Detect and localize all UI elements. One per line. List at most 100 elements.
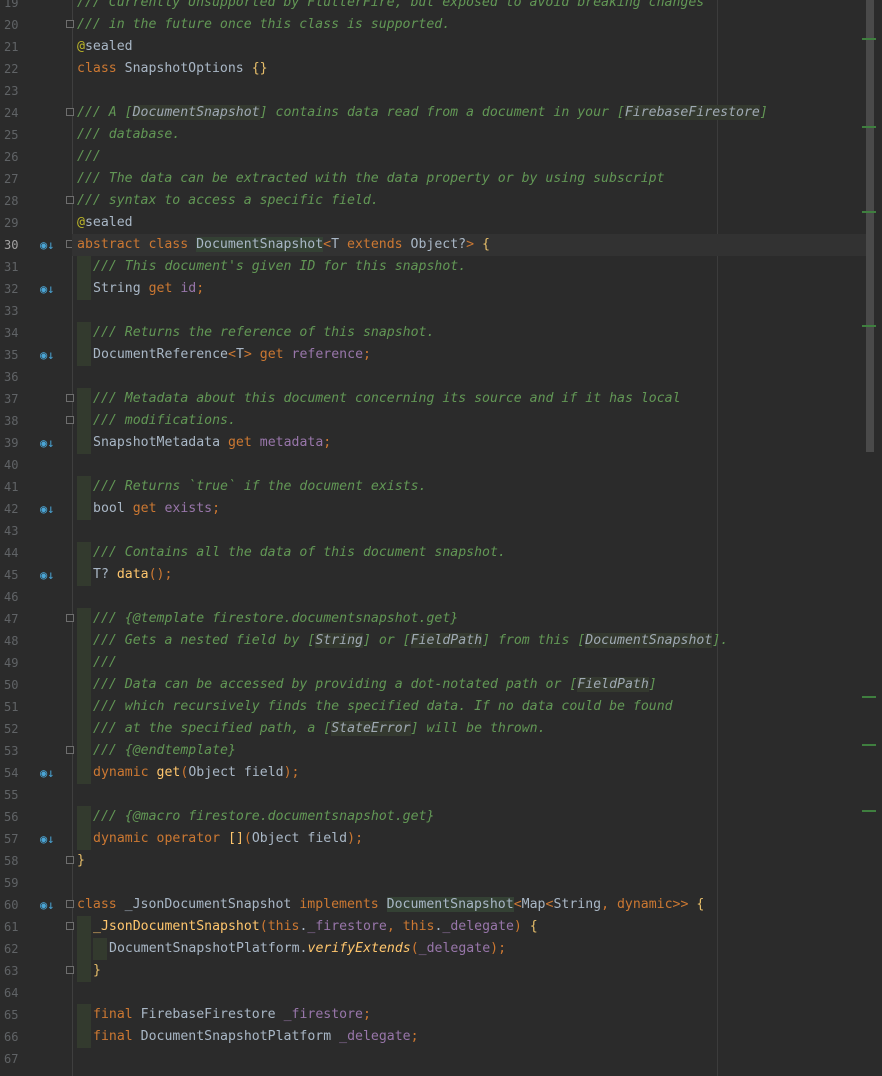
code-line[interactable]: /// Gets a nested field by [String] or [… [72, 630, 866, 652]
token: ); [347, 831, 364, 846]
code-line[interactable]: /// in the future once this class is sup… [72, 14, 866, 36]
code-line[interactable]: /// {@endtemplate} [72, 740, 866, 762]
code-text: /// {@template firestore.documentsnapsho… [93, 608, 458, 630]
code-line[interactable]: SnapshotMetadata get metadata; [72, 432, 866, 454]
code-line[interactable]: } [72, 850, 866, 872]
code-line[interactable] [72, 454, 866, 476]
code-line[interactable]: DocumentReference<T> get reference; [72, 344, 866, 366]
implemented-by-icon[interactable]: ◉↓ [40, 281, 56, 297]
scrollbar-thumb[interactable] [866, 0, 874, 452]
code-line[interactable]: abstract class DocumentSnapshot<T extend… [72, 234, 866, 256]
implemented-by-icon[interactable]: ◉↓ [40, 567, 56, 583]
code-line[interactable]: /// A [DocumentSnapshot] contains data r… [72, 102, 866, 124]
code-line[interactable]: dynamic operator [](Object field); [72, 828, 866, 850]
code-line[interactable]: /// Contains all the data of this docume… [72, 542, 866, 564]
code-line[interactable]: @sealed [72, 212, 866, 234]
code-line[interactable]: _JsonDocumentSnapshot(this._firestore, t… [72, 916, 866, 938]
code-line[interactable] [72, 1048, 866, 1070]
token: _firestore [283, 1007, 363, 1022]
code-text: bool get exists; [93, 498, 220, 520]
token: /// Data can be accessed by providing a … [93, 677, 578, 692]
code-line[interactable]: /// at the specified path, a [StateError… [72, 718, 866, 740]
token: /// Contains all the data of this docume… [93, 545, 506, 560]
code-line[interactable]: String get id; [72, 278, 866, 300]
code-line[interactable]: /// This document's given ID for this sn… [72, 256, 866, 278]
indent-guide [77, 718, 91, 740]
code-line[interactable]: DocumentSnapshotPlatform.verifyExtends(_… [72, 938, 866, 960]
code-line[interactable] [72, 872, 866, 894]
line-number: 30 [4, 238, 19, 252]
code-line[interactable]: /// [72, 652, 866, 674]
token: , [601, 897, 617, 912]
code-line[interactable]: /// The data can be extracted with the d… [72, 168, 866, 190]
token: _firestore [307, 919, 387, 934]
token: [] [228, 831, 244, 846]
token: reference [291, 347, 364, 362]
code-editor[interactable]: 19 20 21 22 23 24 25 26 27 28 29 30 ◉↓ 31 32 ◉↓ 33 34 35 ◉↓… [0, 0, 882, 1076]
code-line[interactable]: bool get exists; [72, 498, 866, 520]
token: /// The data can be extracted with the d… [77, 171, 665, 186]
implemented-by-icon[interactable]: ◉↓ [40, 237, 56, 253]
token: dynamic [616, 897, 673, 912]
implemented-by-icon[interactable]: ◉↓ [40, 347, 56, 363]
code-line[interactable] [72, 80, 866, 102]
token: Object field [251, 831, 348, 846]
code-line[interactable]: dynamic get(Object field); [72, 762, 866, 784]
code-line[interactable] [72, 982, 866, 1004]
code-line[interactable]: } [72, 960, 866, 982]
line-number: 43 [4, 524, 19, 538]
gutter-row: 65 [0, 1004, 72, 1026]
code-area[interactable]: /// Currently Unsupported by FlutterFire… [72, 0, 866, 1076]
token: T [235, 347, 244, 362]
code-line[interactable]: /// Returns the reference of this snapsh… [72, 322, 866, 344]
implemented-by-icon[interactable]: ◉↓ [40, 831, 56, 847]
code-line[interactable]: /// modifications. [72, 410, 866, 432]
code-line[interactable]: /// Metadata about this document concern… [72, 388, 866, 410]
token: } [77, 853, 85, 868]
gutter-row: 37 [0, 388, 74, 410]
code-line[interactable]: class _JsonDocumentSnapshot implements D… [72, 894, 866, 916]
code-line[interactable] [72, 520, 866, 542]
vertical-scrollbar[interactable] [862, 0, 882, 1076]
gutter-row: 23 [0, 80, 72, 102]
token: /// This document's given ID for this sn… [93, 259, 467, 274]
code-line[interactable]: /// Returns `true` if the document exist… [72, 476, 866, 498]
implemented-by-icon[interactable]: ◉↓ [40, 897, 56, 913]
token: < [323, 237, 332, 252]
code-line[interactable]: final DocumentSnapshotPlatform _delegate… [72, 1026, 866, 1048]
implemented-by-icon[interactable]: ◉↓ [40, 765, 56, 781]
token: DocumentSnapshot [196, 237, 324, 252]
gutter-row: 45 ◉↓ [0, 564, 72, 586]
code-line[interactable]: final FirebaseFirestore _firestore; [72, 1004, 866, 1026]
gutter-row: 19 [0, 0, 72, 14]
code-line[interactable] [72, 586, 866, 608]
code-line[interactable]: /// Data can be accessed by providing a … [72, 674, 866, 696]
token: { [696, 897, 705, 912]
indent-guide [77, 608, 91, 630]
indent-guide [77, 256, 91, 278]
code-line[interactable]: /// {@template firestore.documentsnapsho… [72, 608, 866, 630]
code-line[interactable]: T? data(); [72, 564, 866, 586]
code-line[interactable]: /// database. [72, 124, 866, 146]
implemented-by-icon[interactable]: ◉↓ [40, 501, 56, 517]
code-line[interactable] [72, 784, 866, 806]
code-line[interactable]: /// syntax to access a specific field. [72, 190, 866, 212]
line-number: 50 [4, 678, 19, 692]
code-line[interactable] [72, 366, 866, 388]
token: metadata [259, 435, 324, 450]
code-line[interactable] [72, 300, 866, 322]
token: /// at the specified path, a [ [93, 721, 332, 736]
token: implements [299, 897, 387, 912]
token: class [148, 237, 197, 252]
indent-guide [77, 696, 91, 718]
code-line[interactable]: /// [72, 146, 866, 168]
token: >> [672, 897, 697, 912]
code-text: /// {@endtemplate} [93, 740, 236, 762]
code-line[interactable]: class SnapshotOptions {} [72, 58, 866, 80]
code-line[interactable]: /// {@macro firestore.documentsnapshot.g… [72, 806, 866, 828]
code-line[interactable]: @sealed [72, 36, 866, 58]
code-line[interactable]: /// Currently Unsupported by FlutterFire… [72, 0, 866, 14]
implemented-by-icon[interactable]: ◉↓ [40, 435, 56, 451]
line-number: 58 [4, 854, 19, 868]
code-line[interactable]: /// which recursively finds the specifie… [72, 696, 866, 718]
